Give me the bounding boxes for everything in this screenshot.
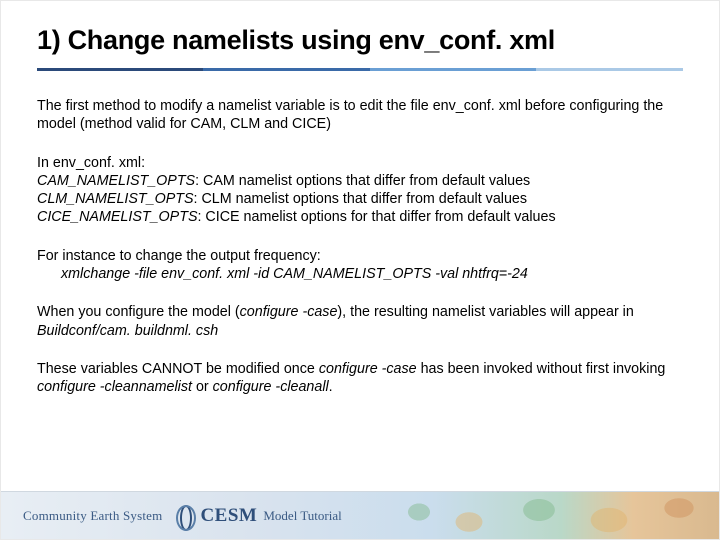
opts-clm: CLM_NAMELIST_OPTS: CLM namelist options … xyxy=(37,190,683,208)
footer-tagline: Model Tutorial xyxy=(263,508,341,524)
opts-cice-name: CICE_NAMELIST_OPTS xyxy=(37,209,197,225)
cannot-a: These variables CANNOT be modified once xyxy=(37,361,319,377)
footer-map-decor xyxy=(379,492,719,539)
example-lead: For instance to change the output freque… xyxy=(37,247,683,265)
cfg-text-a: When you configure the model ( xyxy=(37,304,240,320)
cfg-text-b: ), the resulting namelist variables will… xyxy=(337,304,633,320)
example-command: xmlchange -file env_conf. xml -id CAM_NA… xyxy=(37,265,683,283)
slide: 1) Change namelists using env_conf. xml … xyxy=(0,0,720,540)
opts-lead: In env_conf. xml: xyxy=(37,154,683,172)
opts-cam-name: CAM_NAMELIST_OPTS xyxy=(37,173,195,189)
underline-seg-2 xyxy=(203,68,369,71)
globe-icon xyxy=(172,504,196,528)
opts-block: In env_conf. xml: CAM_NAMELIST_OPTS: CAM… xyxy=(37,154,683,227)
footer: Community Earth System CESM Model Tutori… xyxy=(1,491,719,539)
opts-clm-desc: : CLM namelist options that differ from … xyxy=(194,191,528,207)
title-area: 1) Change namelists using env_conf. xml xyxy=(1,1,719,71)
intro-paragraph: The first method to modify a namelist va… xyxy=(37,97,683,134)
title-underline xyxy=(37,68,683,71)
footer-brand: Community Earth System xyxy=(23,508,162,524)
footer-logo-text: CESM xyxy=(200,505,257,527)
cannot-b: has been invoked without first invoking xyxy=(417,361,666,377)
cannot-cmd2: configure -cleannamelist xyxy=(37,379,192,395)
cannot-cmd1: configure -case xyxy=(319,361,417,377)
opts-cice-desc: : CICE namelist options for that differ … xyxy=(197,209,555,225)
body: The first method to modify a namelist va… xyxy=(1,71,719,397)
cfg-file: Buildconf/cam. buildnml. csh xyxy=(37,323,218,339)
opts-cice: CICE_NAMELIST_OPTS: CICE namelist option… xyxy=(37,208,683,226)
underline-seg-4 xyxy=(536,68,683,71)
underline-seg-3 xyxy=(370,68,536,71)
cannot-c: or xyxy=(192,379,213,395)
cannot-d: . xyxy=(329,379,333,395)
cannot-paragraph: These variables CANNOT be modified once … xyxy=(37,360,683,397)
cfg-cmd: configure -case xyxy=(240,304,338,320)
cannot-cmd3: configure -cleanall xyxy=(213,379,329,395)
opts-cam-desc: : CAM namelist options that differ from … xyxy=(195,173,530,189)
configure-paragraph: When you configure the model (configure … xyxy=(37,303,683,340)
underline-seg-1 xyxy=(37,68,203,71)
footer-logo: CESM xyxy=(172,504,257,528)
opts-clm-name: CLM_NAMELIST_OPTS xyxy=(37,191,194,207)
example-block: For instance to change the output freque… xyxy=(37,247,683,284)
slide-title: 1) Change namelists using env_conf. xml xyxy=(37,25,683,60)
opts-cam: CAM_NAMELIST_OPTS: CAM namelist options … xyxy=(37,172,683,190)
